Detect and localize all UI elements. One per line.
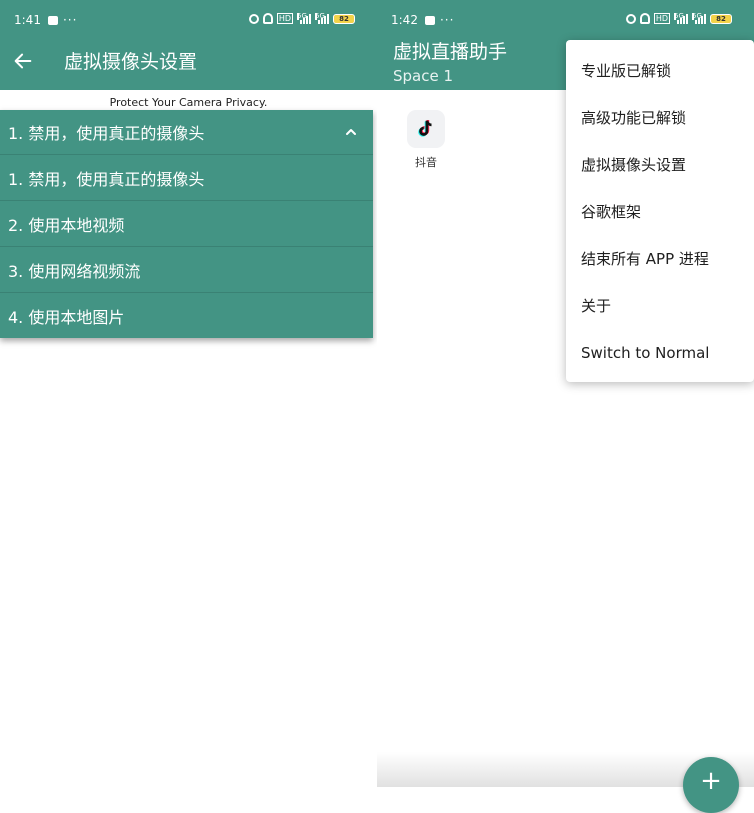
back-arrow-icon[interactable] [12,50,34,72]
battery-icon: 82 [710,13,732,24]
page-title: 虚拟摄像头设置 [64,51,198,73]
notification-icon [424,15,435,25]
status-more: ··· [62,13,78,27]
dropdown-selected-label: 1. 禁用，使用真正的摄像头 [8,124,205,143]
menu-item-switch-normal[interactable]: Switch to Normal [566,329,754,376]
dropdown-selected[interactable]: 1. 禁用，使用真正的摄像头 [0,110,373,154]
menu-item-camera-settings[interactable]: 虚拟摄像头设置 [566,141,754,188]
tiktok-glyph [418,120,432,137]
signal-icon: 5G [315,13,329,24]
add-button[interactable]: + [683,757,739,813]
app-title: 虚拟直播助手 [393,41,508,63]
status-bar: 1:41 ··· HD 5G 5G 82 [0,0,377,40]
signal-icon: 5G [692,13,706,24]
menu-item-google-framework[interactable]: 谷歌框架 [566,188,754,235]
overflow-menu: 专业版已解锁 高级功能已解锁 虚拟摄像头设置 谷歌框架 结束所有 APP 进程 … [566,40,754,382]
dropdown-option-1[interactable]: 1. 禁用，使用真正的摄像头 [0,154,373,200]
alarm-off-icon [262,13,273,24]
app-label: 抖音 [415,156,437,169]
status-bar: 1:42 ··· HD 5G 5G 82 [377,0,754,40]
battery-icon: 82 [333,13,355,24]
menu-item-about[interactable]: 关于 [566,282,754,329]
space-subtitle: Space 1 [393,67,454,85]
menu-item-advanced-unlocked[interactable]: 高级功能已解锁 [566,94,754,141]
privacy-caption: Protect Your Camera Privacy. [109,96,268,109]
status-more: ··· [439,13,455,27]
alarm-off-icon [639,13,650,24]
system-icons: HD 5G 5G 82 [248,13,355,24]
signal-icon: 5G [674,13,688,24]
signal-icon: 5G [297,13,311,24]
status-time: 1:42 [391,13,418,27]
hotspot-icon [625,13,636,24]
dropdown-option-2[interactable]: 2. 使用本地视频 [0,200,373,246]
tiktok-icon[interactable] [407,110,445,148]
hd-icon: HD [276,13,293,24]
hotspot-icon [248,13,259,24]
camera-settings-screen: 1:41 ··· HD 5G 5G 82 虚拟摄像头设置 Protect You… [0,0,377,787]
menu-item-pro-unlocked[interactable]: 专业版已解锁 [566,47,754,94]
add-icon: + [700,766,722,796]
notification-icon [47,15,58,25]
app-tile-douyin[interactable]: 抖音 [404,110,448,170]
system-icons: HD 5G 5G 82 [625,13,732,24]
status-time: 1:41 [14,13,41,27]
hd-icon: HD [653,13,670,24]
camera-mode-dropdown[interactable]: 1. 禁用，使用真正的摄像头 1. 禁用，使用真正的摄像头 2. 使用本地视频 … [0,110,373,338]
dropdown-option-4[interactable]: 4. 使用本地图片 [0,292,373,338]
dropdown-option-3[interactable]: 3. 使用网络视频流 [0,246,373,292]
menu-item-kill-processes[interactable]: 结束所有 APP 进程 [566,235,754,282]
chevron-up-icon[interactable] [345,126,357,138]
